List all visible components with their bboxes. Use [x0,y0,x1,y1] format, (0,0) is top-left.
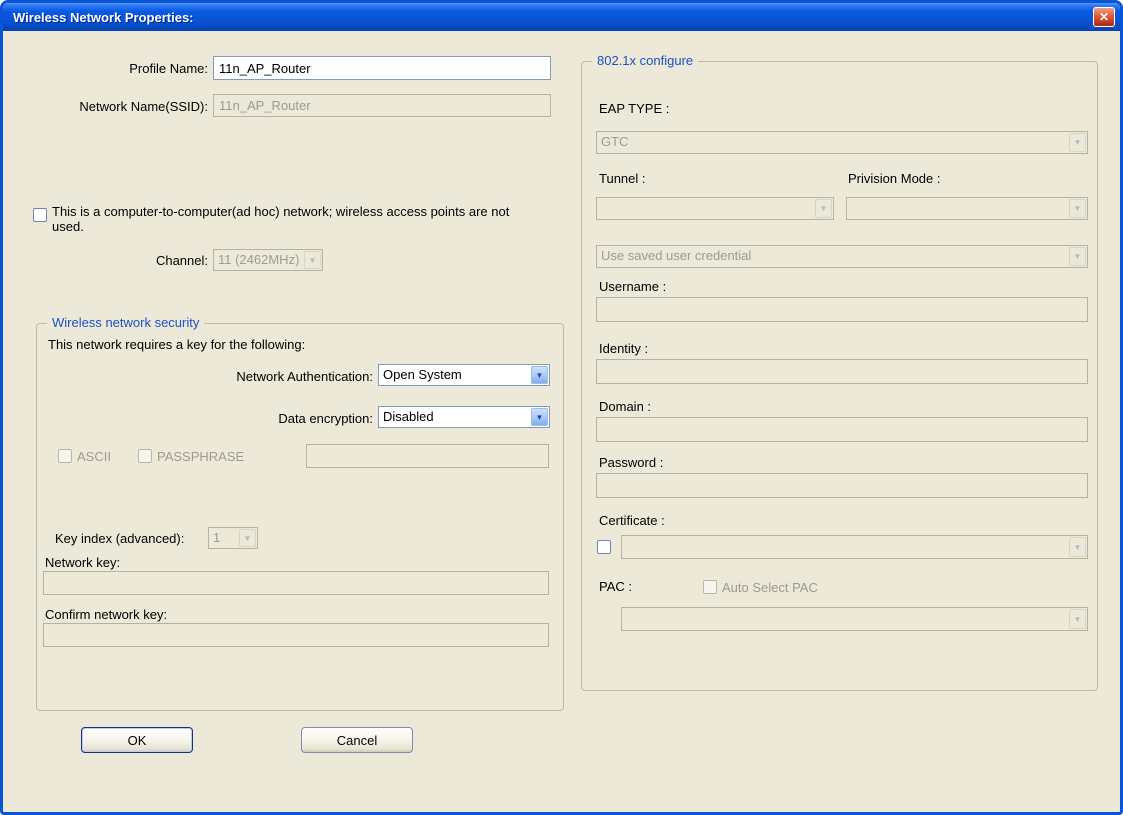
adhoc-checkbox[interactable] [33,208,47,222]
passphrase-input [306,444,549,468]
chevron-down-icon: ▼ [1069,247,1086,266]
security-intro-text: This network requires a key for the foll… [48,337,306,352]
username-label: Username : [599,279,667,294]
ok-button[interactable]: OK [81,727,193,753]
privision-mode-combo: ▼ [846,197,1088,220]
window-title: Wireless Network Properties: [13,9,194,25]
key-index-value: 1 [213,530,221,545]
ieee8021x-group-title: 802.1x configure [592,53,699,68]
key-index-label: Key index (advanced): [55,531,185,546]
password-input [596,473,1088,498]
network-authentication-label: Network Authentication: [236,369,373,384]
chevron-down-icon: ▼ [1069,199,1086,218]
chevron-down-icon: ▼ [1069,537,1086,557]
confirm-network-key-input [43,623,549,647]
ssid-label: Network Name(SSID): [79,99,208,114]
identity-input [596,359,1088,384]
domain-input [596,417,1088,442]
cancel-button[interactable]: Cancel [301,727,413,753]
network-key-label: Network key: [45,555,121,570]
network-authentication-value: Open System [383,367,462,382]
data-encryption-label: Data encryption: [278,411,373,426]
chevron-down-icon: ▼ [304,251,321,269]
wireless-security-group-title: Wireless network security [47,315,205,330]
credential-combo: Use saved user credential ▼ [596,245,1088,268]
identity-label: Identity : [599,341,649,356]
ascii-label: ASCII [77,449,111,464]
network-key-input [43,571,549,595]
data-encryption-value: Disabled [383,409,434,424]
password-label: Password : [599,455,664,470]
pac-label: PAC : [599,579,632,594]
username-input [596,297,1088,322]
eap-type-value: GTC [601,134,629,149]
certificate-checkbox[interactable] [597,540,611,554]
pac-value [622,608,1068,630]
close-icon[interactable]: ✕ [1093,7,1115,27]
profile-name-input[interactable] [213,56,551,80]
certificate-combo: ▼ [621,535,1088,559]
adhoc-label: This is a computer-to-computer(ad hoc) n… [52,204,510,234]
privision-mode-label: Privision Mode : [848,171,941,186]
tunnel-label: Tunnel : [599,171,646,186]
channel-combo: 11 (2462MHz) ▼ [213,249,323,271]
eap-type-label: EAP TYPE : [599,101,670,116]
chevron-down-icon: ▼ [815,199,832,218]
dialog-body: Profile Name: Network Name(SSID): This i… [3,31,1120,812]
privision-mode-value [847,198,1068,219]
ascii-checkbox [58,449,72,463]
credential-value: Use saved user credential [601,248,752,263]
channel-value: 11 (2462MHz) [218,252,300,267]
eap-type-combo: GTC ▼ [596,131,1088,154]
tunnel-combo: ▼ [596,197,834,220]
domain-label: Domain : [599,399,652,414]
network-authentication-combo[interactable]: Open System ▼ [378,364,550,386]
chevron-down-icon: ▼ [1069,133,1086,152]
tunnel-value [597,198,814,219]
chevron-down-icon: ▼ [1069,609,1086,629]
confirm-network-key-label: Confirm network key: [45,607,168,622]
titlebar[interactable]: Wireless Network Properties: ✕ [3,3,1120,31]
auto-select-pac-label: Auto Select PAC [722,580,818,595]
ssid-input [213,94,551,117]
auto-select-pac-checkbox [703,580,717,594]
certificate-label: Certificate : [599,513,665,528]
key-index-combo: 1 ▼ [208,527,258,549]
channel-label: Channel: [155,253,208,268]
wireless-network-properties-dialog: Wireless Network Properties: ✕ Profile N… [0,0,1123,815]
chevron-down-icon: ▼ [239,529,256,547]
passphrase-label: PASSPHRASE [157,449,245,464]
pac-combo: ▼ [621,607,1088,631]
passphrase-checkbox [138,449,152,463]
certificate-value [622,536,1068,558]
chevron-down-icon[interactable]: ▼ [531,366,548,384]
data-encryption-combo[interactable]: Disabled ▼ [378,406,550,428]
profile-name-label: Profile Name: [129,61,208,76]
chevron-down-icon[interactable]: ▼ [531,408,548,426]
